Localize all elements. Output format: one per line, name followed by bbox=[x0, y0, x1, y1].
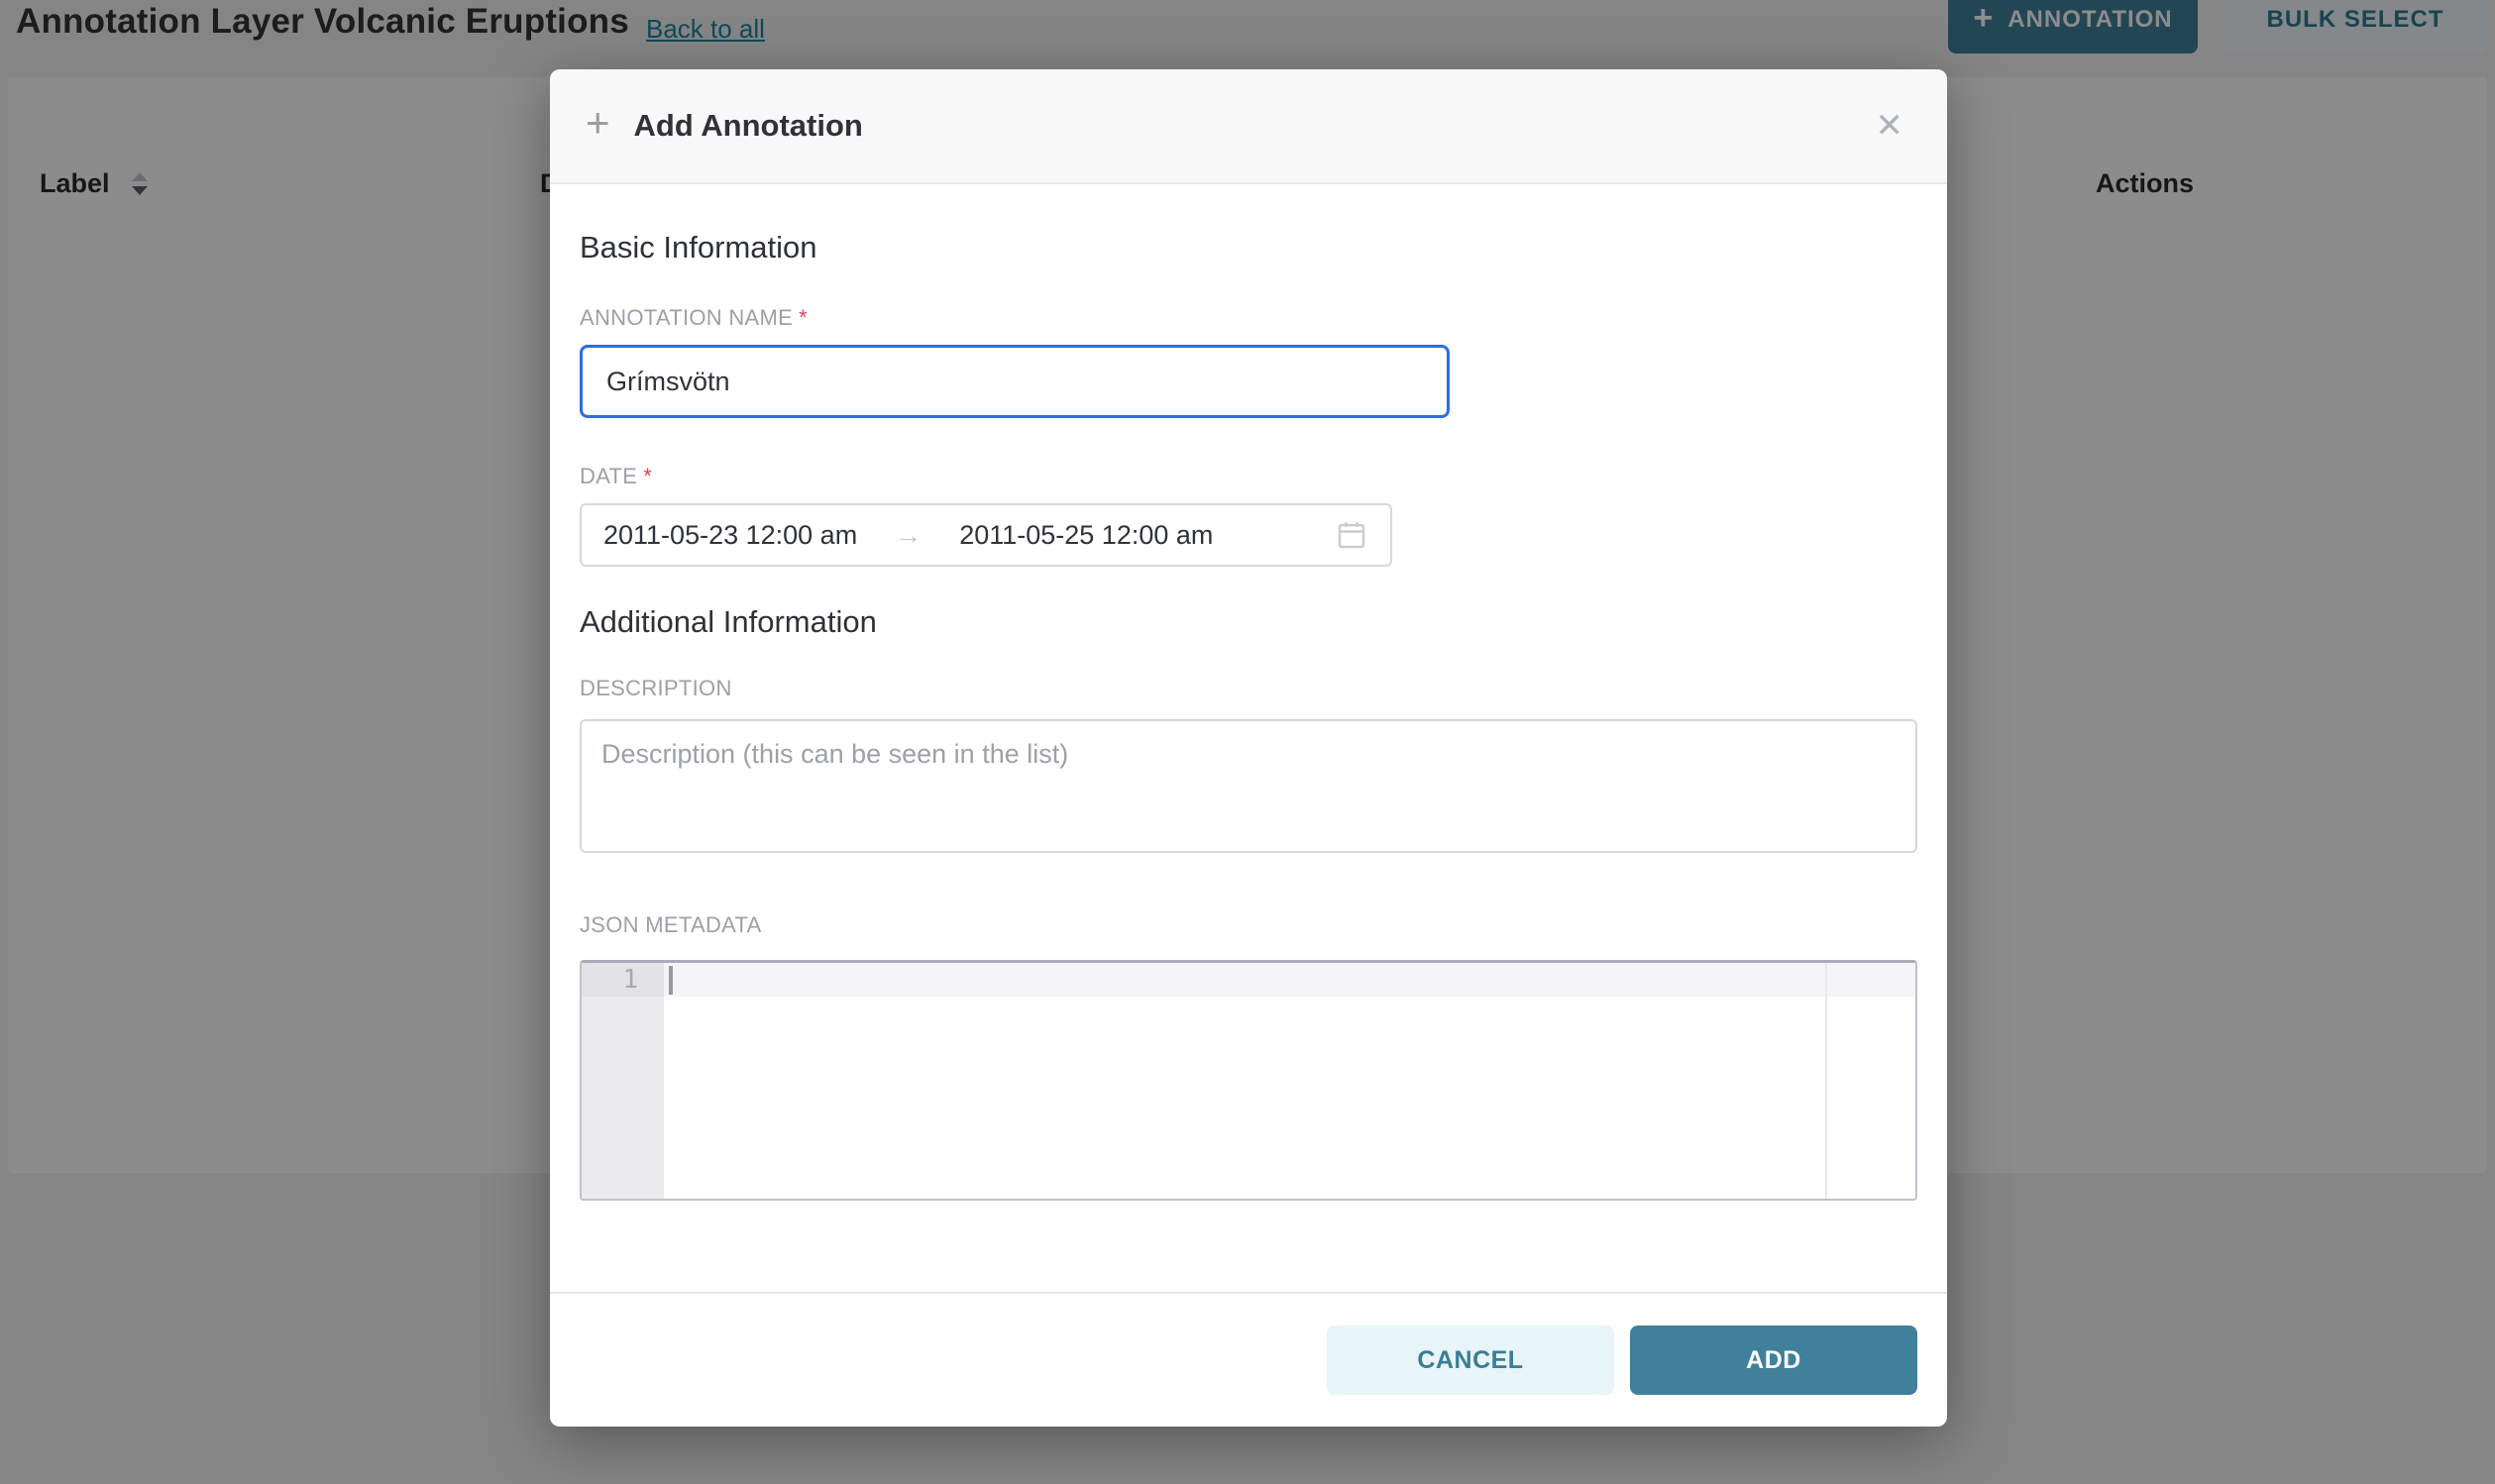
date-end-value: 2011-05-25 12:00 am bbox=[959, 520, 1213, 551]
editor-print-margin bbox=[1825, 963, 1827, 1199]
plus-icon: + bbox=[586, 102, 610, 144]
date-start-value: 2011-05-23 12:00 am bbox=[603, 520, 857, 551]
modal-title: Add Annotation bbox=[634, 108, 863, 144]
description-textarea[interactable] bbox=[580, 719, 1917, 853]
close-icon[interactable]: ✕ bbox=[1876, 109, 1904, 143]
arrow-right-icon: → bbox=[895, 520, 922, 551]
editor-active-line bbox=[664, 963, 1915, 997]
editor-gutter bbox=[582, 963, 664, 1199]
json-metadata-label: JSON METADATA bbox=[580, 912, 1917, 938]
required-asterisk: * bbox=[799, 305, 808, 330]
editor-line-number: 1 bbox=[582, 963, 664, 997]
annotation-name-input[interactable] bbox=[580, 345, 1450, 418]
modal-header: + Add Annotation ✕ bbox=[550, 69, 1947, 184]
add-button[interactable]: ADD bbox=[1630, 1325, 1917, 1395]
calendar-icon bbox=[1335, 518, 1368, 552]
editor-cursor bbox=[669, 966, 673, 995]
add-annotation-modal: + Add Annotation ✕ Basic Information ANN… bbox=[550, 69, 1947, 1427]
modal-footer: CANCEL ADD bbox=[550, 1292, 1947, 1427]
additional-information-heading: Additional Information bbox=[580, 604, 1917, 640]
description-label: DESCRIPTION bbox=[580, 676, 1917, 701]
required-asterisk: * bbox=[643, 464, 652, 488]
date-range-picker[interactable]: 2011-05-23 12:00 am → 2011-05-25 12:00 a… bbox=[580, 503, 1392, 567]
modal-body: Basic Information ANNOTATION NAME* DATE*… bbox=[550, 230, 1947, 1201]
basic-information-heading: Basic Information bbox=[580, 230, 1917, 265]
annotation-name-label: ANNOTATION NAME* bbox=[580, 305, 1917, 331]
date-label: DATE* bbox=[580, 464, 1917, 489]
cancel-button[interactable]: CANCEL bbox=[1327, 1325, 1614, 1395]
json-metadata-editor[interactable]: 1 bbox=[580, 960, 1917, 1201]
